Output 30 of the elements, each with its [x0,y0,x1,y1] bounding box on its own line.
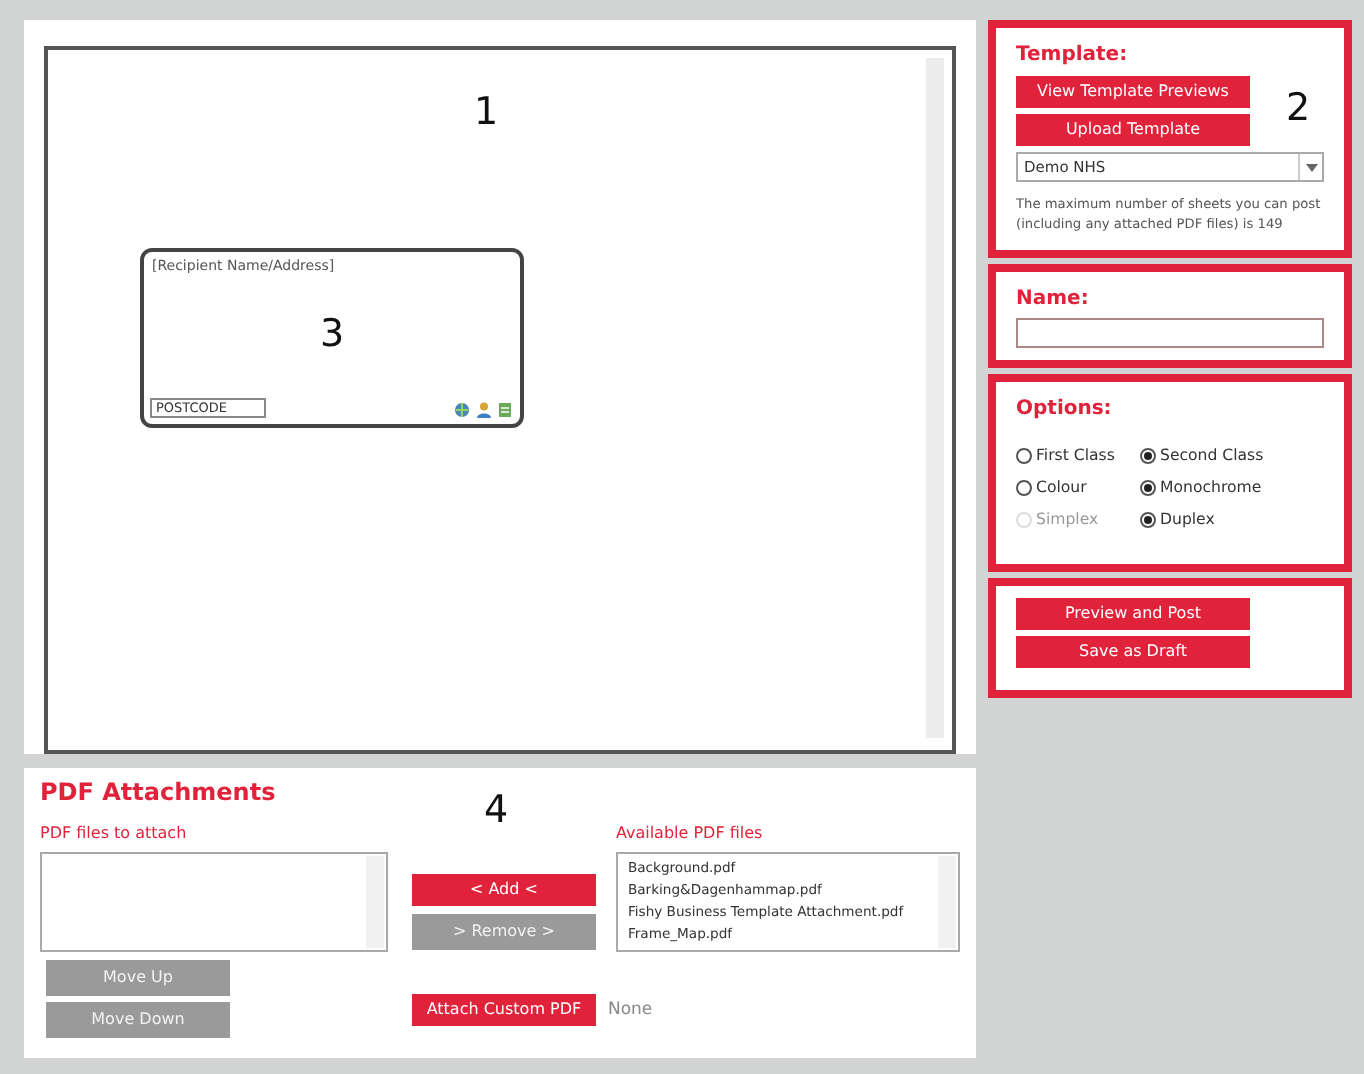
add-button[interactable]: < Add < [411,874,596,906]
number-label: 2 [1286,89,1311,127]
attach-list[interactable] [40,852,388,952]
dropdown-caret-icon[interactable] [1305,163,1317,171]
document-icon[interactable] [498,402,512,418]
section-heading: Options: [1016,396,1114,425]
scrollbar[interactable] [938,856,956,948]
field-label: Available PDF files [615,822,765,846]
person-icon[interactable] [476,402,492,418]
name-field[interactable] [1016,318,1324,349]
radio-selected-icon[interactable] [1140,448,1156,465]
scrollbar[interactable] [365,856,384,948]
action-button[interactable]: Preview and Post [1016,597,1250,629]
section-heading: PDF Attachments [40,776,276,810]
template-button[interactable]: View Template Previews [1016,76,1250,108]
section-heading: Template: [1016,42,1130,70]
status-text: None [607,997,653,1023]
action-button[interactable]: Save as Draft [1016,635,1250,667]
globe-icon[interactable] [454,402,470,418]
number-label: 1 [474,94,499,132]
field-label: PDF files to attach [40,822,189,846]
radio-empty-icon[interactable] [1016,448,1032,465]
attach-custom-pdf-button[interactable]: Attach Custom PDF [411,994,596,1026]
section-heading: Name: [1016,286,1091,315]
radio-empty-icon[interactable] [1016,479,1032,496]
number-label: 3 [320,316,345,354]
number-label: 4 [484,792,509,830]
template-button[interactable]: Upload Template [1016,114,1250,146]
radio-selected-icon[interactable] [1140,479,1156,496]
radio-selected-icon[interactable] [1140,511,1156,528]
